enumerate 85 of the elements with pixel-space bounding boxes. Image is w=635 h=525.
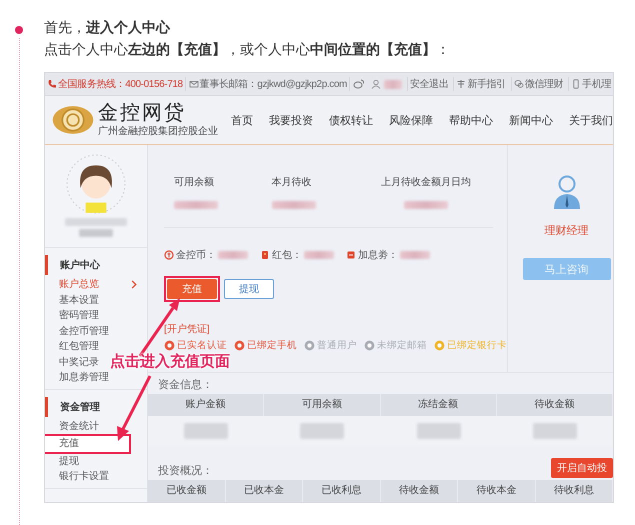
blurred-value	[272, 201, 316, 209]
logo-name: 金控网贷	[98, 102, 187, 124]
coupon-icon	[346, 250, 356, 260]
sidebar-item[interactable]: 充值	[45, 436, 129, 452]
nav-link[interactable]: 新闻中心	[509, 112, 553, 128]
column-header: 待收利息	[536, 480, 613, 502]
column-header: 已收本金	[226, 480, 303, 502]
stat-label: 本月待收	[272, 176, 313, 189]
column-header: 已收金额	[148, 480, 226, 502]
column-header: 待收金额	[496, 394, 613, 416]
blurred-value	[304, 251, 334, 259]
sidebar-item[interactable]: 加息劵管理	[45, 370, 119, 386]
mobile-icon	[571, 79, 582, 89]
credential-status: 已绑定银行卡	[447, 339, 507, 352]
sidebar-section-title: 账户中心	[45, 255, 147, 275]
phone-icon	[47, 79, 57, 89]
person-icon	[552, 175, 582, 209]
packet-icon	[260, 250, 270, 260]
blurred-username	[384, 80, 402, 88]
top-link[interactable]: 微信理财	[510, 77, 566, 91]
asset-label: 红包：	[272, 249, 302, 262]
column-header: 冻结金额	[380, 394, 497, 416]
credentials-title: [开户凭证]	[164, 322, 210, 336]
recharge-button[interactable]: 充值	[167, 279, 217, 299]
instruction-text: 点击个人中心左边的【充值】，或个人中心中间位置的【充值】：	[44, 41, 451, 59]
avatar-drawing	[65, 153, 127, 215]
blurred-value	[404, 201, 448, 209]
column-header: 待收本金	[458, 480, 536, 502]
sidebar-item[interactable]: 密码管理	[45, 308, 109, 324]
nav-link[interactable]: 帮助中心	[449, 112, 493, 128]
sidebar-item[interactable]: 资金统计	[45, 418, 109, 434]
blurred-value	[400, 251, 430, 259]
auto-invest-button[interactable]: 开启自动投	[551, 458, 613, 478]
logo-tagline: 广州金融控股集团控股企业	[98, 124, 218, 138]
nav-link[interactable]: 风险保障	[389, 112, 433, 128]
sidebar-item[interactable]: 提现	[45, 454, 89, 469]
blurred-value	[532, 423, 577, 439]
blurred-value	[174, 201, 218, 209]
nav-link[interactable]: 我要投资	[269, 112, 313, 128]
column-header: 待收金额	[380, 480, 458, 502]
withdraw-button[interactable]: 提现	[224, 279, 274, 299]
sidebar-item[interactable]: 银行卡设置	[45, 469, 119, 484]
stat-label: 可用余额	[174, 176, 215, 189]
asset-label: 加息劵：	[358, 248, 398, 262]
sidebar-item[interactable]: 基本设置	[45, 292, 109, 308]
callout-text: 点击进入充值页面	[110, 352, 230, 371]
blurred-value	[300, 423, 344, 439]
sidebar-item[interactable]: 金控币管理	[45, 324, 119, 339]
user-icon	[370, 79, 381, 89]
credential-status: 未绑定邮箱	[377, 339, 427, 352]
sidebar-item[interactable]: 中奖记录	[45, 354, 109, 370]
top-link[interactable]: 手机理	[568, 77, 613, 91]
chat-icon	[514, 79, 524, 89]
bullet-dot	[15, 26, 23, 34]
intro-text: 首先，进入个人中心	[44, 19, 172, 37]
signpost-icon	[456, 79, 466, 89]
credential-status: 已绑定手机	[247, 339, 297, 352]
coin-icon	[164, 250, 174, 260]
column-header: 可用余额	[264, 394, 380, 416]
top-link[interactable]: 新手指引	[453, 77, 508, 91]
column-header: 已收利息	[303, 480, 380, 502]
top-link[interactable]: 安全退出	[406, 77, 450, 91]
section-title: 资金信息：	[157, 378, 213, 393]
credential-status: 已实名认证	[177, 339, 227, 352]
column-header: 账户金额	[148, 394, 264, 416]
blurred-value	[218, 251, 248, 259]
chevron-icon	[131, 280, 137, 290]
blurred-text	[79, 229, 113, 237]
sidebar-item[interactable]: 红包管理	[45, 339, 109, 354]
nav-link[interactable]: 首页	[231, 112, 253, 128]
hotline-text: 全国服务热线：400-0156-718	[47, 77, 186, 91]
nav-link[interactable]: 债权转让	[329, 112, 373, 128]
sidebar-item[interactable]: 账户总览	[45, 277, 147, 292]
stat-label: 上月待收金额月日均	[381, 176, 472, 189]
credential-status: 普通用户	[317, 339, 357, 352]
mail-icon	[188, 79, 199, 89]
manager-title: 理财经理	[544, 224, 588, 238]
blurred-value	[416, 423, 461, 439]
emblem-icon	[51, 104, 95, 136]
asset-label: 金控币：	[176, 248, 216, 262]
blurred-value	[184, 423, 228, 439]
blurred-username	[65, 218, 127, 226]
email-text: 董事长邮箱：gzjkwd@gzjkp2p.com	[188, 77, 350, 91]
section-title: 投资概况：	[157, 464, 213, 479]
nav-link[interactable]: 关于我们	[569, 112, 613, 128]
